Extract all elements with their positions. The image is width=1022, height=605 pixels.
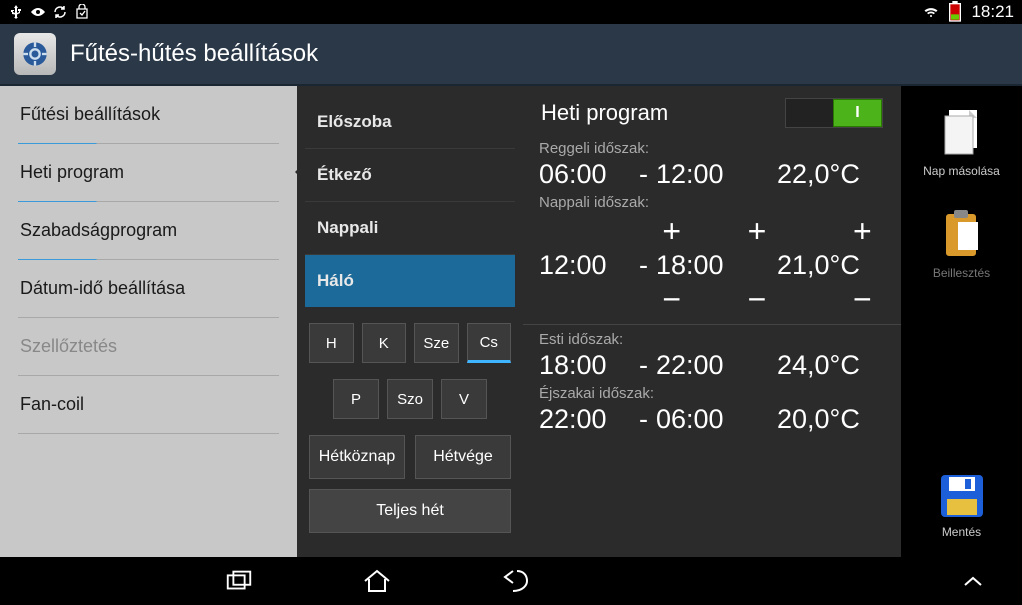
- day-mon[interactable]: H: [309, 323, 354, 363]
- day-tue[interactable]: K: [362, 323, 407, 363]
- day-fri[interactable]: P: [333, 379, 379, 419]
- paste-action[interactable]: Beillesztés: [933, 206, 990, 280]
- save-label: Mentés: [942, 525, 981, 539]
- day-to-plus[interactable]: +: [734, 213, 779, 250]
- period-day-label: Nappali időszak:: [539, 194, 885, 211]
- day-temp-minus[interactable]: −: [840, 281, 885, 318]
- room-halo[interactable]: Háló: [305, 254, 515, 307]
- usb-icon: [8, 4, 24, 20]
- menu-datetime[interactable]: Dátum-idő beállítása: [0, 260, 297, 317]
- evening-temp[interactable]: 24,0°C: [777, 350, 885, 381]
- copy-day-action[interactable]: Nap másolása: [923, 104, 1000, 178]
- room-etkezo[interactable]: Étkező: [305, 148, 515, 201]
- night-to[interactable]: 06:00: [656, 404, 748, 435]
- back-button[interactable]: [496, 562, 534, 600]
- evening-from[interactable]: 18:00: [539, 350, 631, 381]
- evening-to[interactable]: 22:00: [656, 350, 748, 381]
- shop-icon: [74, 4, 90, 20]
- room-eloszoba[interactable]: Előszoba: [305, 96, 515, 148]
- status-time: 18:21: [971, 2, 1014, 22]
- program-title: Heti program: [541, 100, 668, 126]
- eye-icon: [30, 4, 46, 20]
- day-thu[interactable]: Cs: [467, 323, 512, 363]
- menu-weekly-program[interactable]: Heti program: [0, 144, 297, 201]
- sync-icon: [52, 4, 68, 20]
- room-nappali[interactable]: Nappali: [305, 201, 515, 254]
- day-from-minus[interactable]: −: [649, 281, 694, 318]
- day-wed[interactable]: Sze: [414, 323, 459, 363]
- nav-bar: [0, 557, 1022, 605]
- program-panel: Heti program I Reggeli időszak: 06:00- 1…: [523, 86, 901, 557]
- wifi-icon: [923, 4, 939, 20]
- paste-label: Beillesztés: [933, 266, 990, 280]
- gear-icon: [21, 40, 49, 68]
- recent-apps-button[interactable]: [220, 562, 258, 600]
- right-actions: Nap másolása Beillesztés Mentés: [901, 86, 1022, 557]
- period-evening-label: Esti időszak:: [539, 331, 885, 348]
- group-fullweek[interactable]: Teljes hét: [309, 489, 511, 533]
- day-to[interactable]: 18:00: [656, 250, 748, 281]
- room-day-panel: Előszoba Étkező Nappali Háló H K Sze Cs …: [297, 86, 523, 557]
- day-temp[interactable]: 21,0°C: [777, 250, 885, 281]
- toggle-on-label: I: [833, 99, 882, 127]
- floppy-icon: [939, 473, 985, 519]
- title-bar: Fűtés-hűtés beállítások: [0, 24, 1022, 86]
- active-pointer-icon: [295, 158, 309, 186]
- menu-heating-settings[interactable]: Fűtési beállítások: [0, 86, 297, 143]
- menu-ventilation: Szellőztetés: [0, 318, 297, 375]
- day-from[interactable]: 12:00: [539, 250, 631, 281]
- day-sun[interactable]: V: [441, 379, 487, 419]
- page-title: Fűtés-hűtés beállítások: [70, 40, 318, 68]
- night-temp[interactable]: 20,0°C: [777, 404, 885, 435]
- day-sat[interactable]: Szo: [387, 379, 433, 419]
- period-night-label: Éjszakai időszak:: [539, 385, 885, 402]
- day-to-minus[interactable]: −: [734, 281, 779, 318]
- morning-from[interactable]: 06:00: [539, 159, 631, 190]
- menu-fancoil[interactable]: Fan-coil: [0, 376, 297, 433]
- left-menu: Fűtési beállítások Heti program Szabadsá…: [0, 86, 297, 557]
- day-from-plus[interactable]: +: [649, 213, 694, 250]
- group-weekday[interactable]: Hétköznap: [309, 435, 405, 479]
- copy-icon: [939, 104, 985, 158]
- period-morning-label: Reggeli időszak:: [539, 140, 885, 157]
- home-button[interactable]: [358, 562, 396, 600]
- copy-label: Nap másolása: [923, 164, 1000, 178]
- menu-caret-button[interactable]: [954, 562, 992, 600]
- save-action[interactable]: Mentés: [939, 473, 985, 539]
- program-toggle[interactable]: I: [785, 98, 883, 128]
- morning-temp[interactable]: 22,0°C: [777, 159, 885, 190]
- menu-vacation-program[interactable]: Szabadságprogram: [0, 202, 297, 259]
- app-icon: [14, 33, 56, 75]
- group-weekend[interactable]: Hétvége: [415, 435, 511, 479]
- status-bar: 18:21: [0, 0, 1022, 24]
- day-temp-plus[interactable]: +: [840, 213, 885, 250]
- clipboard-icon: [938, 206, 984, 260]
- morning-to[interactable]: 12:00: [656, 159, 748, 190]
- night-from[interactable]: 22:00: [539, 404, 631, 435]
- battery-icon: [947, 4, 963, 20]
